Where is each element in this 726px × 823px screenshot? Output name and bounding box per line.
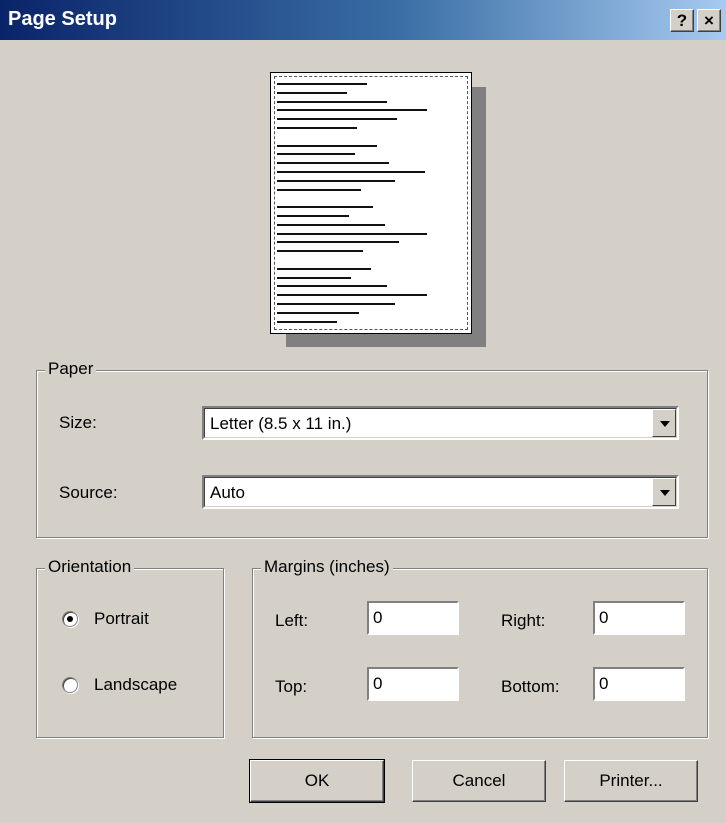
preview-text-line <box>277 153 355 156</box>
preview-text-line <box>277 285 387 288</box>
margin-top-value: 0 <box>373 674 383 693</box>
source-dropdown[interactable]: Auto <box>202 475 679 509</box>
preview-text-line <box>277 188 361 191</box>
margin-top-input[interactable]: 0 <box>367 667 459 701</box>
preview-text-line <box>277 267 371 270</box>
help-icon: ? <box>676 11 688 30</box>
margin-bottom-label: Bottom: <box>501 677 560 696</box>
margins-group: Margins (inches) Left: 0 Right: 0 Top: 0… <box>252 557 708 738</box>
size-dropdown[interactable]: Letter (8.5 x 11 in.) <box>202 406 679 440</box>
preview-text-line <box>277 179 395 182</box>
landscape-label[interactable]: Landscape <box>94 675 177 695</box>
preview-text-line <box>277 241 399 244</box>
preview-text-line <box>277 91 347 94</box>
preview-text-line <box>277 276 351 279</box>
close-icon: × <box>704 11 714 30</box>
margin-left-input[interactable]: 0 <box>367 601 459 635</box>
preview-text-line <box>277 250 363 253</box>
help-button[interactable]: ? <box>670 9 694 32</box>
paper-group: Paper Size: Letter (8.5 x 11 in.) Source… <box>36 359 708 538</box>
landscape-radio[interactable] <box>62 677 78 693</box>
preview-text-line <box>277 215 349 217</box>
size-dropdown-button[interactable] <box>652 409 676 437</box>
size-value: Letter (8.5 x 11 in.) <box>210 414 352 433</box>
orientation-group-label: Orientation <box>45 557 135 577</box>
margin-left-value: 0 <box>373 608 383 627</box>
preview-text-line <box>277 206 373 209</box>
preview-text-line <box>277 320 337 323</box>
window-title: Page Setup <box>8 8 117 30</box>
cancel-button[interactable]: Cancel <box>412 760 546 802</box>
portrait-radio[interactable] <box>62 611 78 627</box>
paper-group-label: Paper <box>45 359 97 379</box>
preview-text-line <box>277 162 389 165</box>
preview-text-line <box>277 223 385 226</box>
preview-text-line <box>277 83 367 85</box>
preview-page <box>270 72 472 334</box>
margin-bottom-value: 0 <box>599 674 609 693</box>
preview-text-line <box>277 100 387 103</box>
portrait-label[interactable]: Portrait <box>94 609 149 629</box>
margin-right-value: 0 <box>599 608 609 627</box>
title-bar: Page Setup ? × <box>0 0 726 40</box>
chevron-down-icon <box>660 421 670 427</box>
source-dropdown-button[interactable] <box>652 478 676 506</box>
preview-text-line <box>277 144 377 147</box>
margin-left-label: Left: <box>275 611 309 630</box>
preview-text-line <box>277 232 427 235</box>
preview-text-line <box>277 303 395 305</box>
orientation-group: Orientation Portrait Landscape <box>36 557 224 738</box>
preview-margin-outline <box>274 76 468 330</box>
margins-group-label: Margins (inches) <box>261 557 393 577</box>
margin-top-label: Top: <box>275 677 308 696</box>
margin-bottom-input[interactable]: 0 <box>593 667 685 701</box>
chevron-down-icon <box>660 490 670 496</box>
preview-text-line <box>277 294 427 297</box>
preview-text-line <box>277 118 397 121</box>
preview-text-line <box>277 127 357 129</box>
close-button[interactable]: × <box>697 9 721 32</box>
printer-button[interactable]: Printer... <box>564 760 698 802</box>
source-label: Source: <box>59 483 118 502</box>
source-value: Auto <box>210 483 245 502</box>
margin-right-input[interactable]: 0 <box>593 601 685 635</box>
preview-text-line <box>277 311 359 314</box>
margin-right-label: Right: <box>501 611 546 630</box>
size-label: Size: <box>59 413 97 432</box>
ok-button[interactable]: OK <box>249 759 385 803</box>
preview-text-line <box>277 171 425 173</box>
preview-text-line <box>277 109 427 112</box>
